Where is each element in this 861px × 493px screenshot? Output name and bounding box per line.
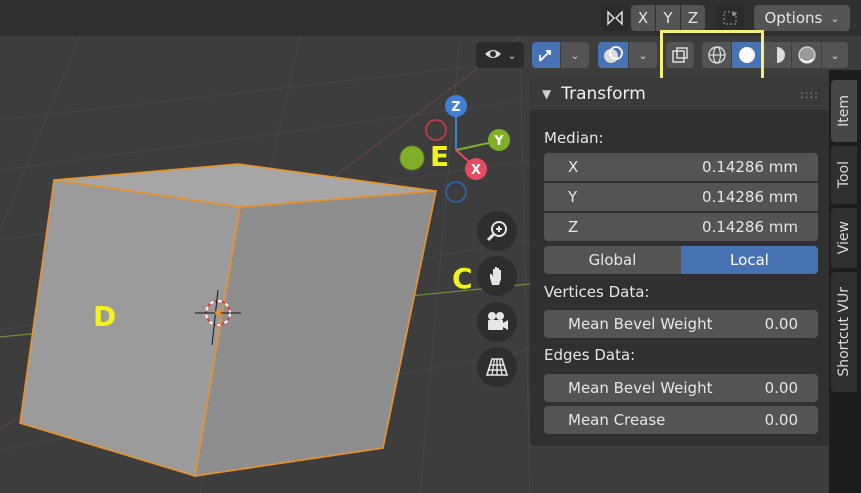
chevron-down-icon: ⌄ [830,11,840,25]
field-label: Mean Bevel Weight [568,379,713,397]
global-option[interactable]: Global [544,246,681,274]
transform-panel: ▼ Transform :::: Median: X 0.14286 mm Y … [530,78,829,446]
gizmo-x-label: X [471,163,481,178]
transform-space-toggle: Global Local [544,246,818,274]
orientation-gizmo: Z Y X [399,95,510,203]
rendered-sphere-icon [797,46,816,64]
hand-icon [490,267,501,285]
field-label: Y [568,188,578,206]
field-label: X [568,158,579,176]
field-label: Z [568,218,579,236]
local-option[interactable]: Local [681,246,818,274]
chevron-down-icon: ⌄ [830,48,840,62]
tab-label: Item [836,95,852,127]
callout-c: C [452,262,473,295]
field-value: 0.00 [764,411,798,429]
gizmo-toggle[interactable] [532,42,560,68]
panel-title: Transform [561,84,646,104]
gizmo-y-label: Y [493,134,504,149]
transform-panel-header[interactable]: ▼ Transform :::: [530,78,829,110]
field-value: 0.00 [764,379,798,397]
chevron-down-icon: ⌄ [507,48,517,62]
chevron-down-icon: ⌄ [570,48,580,62]
zoom-icon [486,221,507,242]
field-label: Mean Crease [568,411,666,429]
gizmo-icon [539,50,551,62]
gizmo-z-label: Z [451,100,460,115]
eye-icon [485,50,502,58]
drag-grip-icon[interactable]: :::: [800,88,819,101]
field-value: 0.14286 mm [701,158,798,176]
chevron-down-icon: ⌄ [638,48,648,62]
perspective-toggle-button[interactable] [477,347,517,387]
vertex-mean-bevel-weight-field[interactable]: Mean Bevel Weight 0.00 [544,310,818,338]
sidebar-tabs: Item Tool View Shortcut VUr [829,70,861,493]
overlays-toggle[interactable] [598,42,628,68]
shading-dropdown[interactable]: ⌄ [822,42,848,68]
options-dropdown[interactable]: Options ⌄ [754,5,850,31]
material-sphere-icon [768,47,785,63]
grid-perspective-icon [485,358,509,376]
field-value: 0.14286 mm [701,188,798,206]
edges-data-label: Edges Data: [544,346,636,364]
tab-shortcut-vur[interactable]: Shortcut VUr [831,272,857,392]
tab-tool[interactable]: Tool [831,146,857,204]
material-shading-button[interactable] [762,42,791,68]
pan-button[interactable] [477,256,517,296]
field-value: 0.14286 mm [701,218,798,236]
median-x-field[interactable]: X 0.14286 mm [544,153,818,181]
edge-mean-bevel-weight-field[interactable]: Mean Bevel Weight 0.00 [544,374,818,402]
options-label: Options [764,9,823,27]
callout-e: E [430,140,450,173]
field-label: Mean Bevel Weight [568,315,713,333]
overlays-dropdown[interactable]: ⌄ [629,42,657,68]
rendered-shading-button[interactable] [792,42,821,68]
mirror-x-toggle[interactable]: X [631,5,655,31]
tab-item[interactable]: Item [831,80,857,142]
snap-icon[interactable] [716,5,744,31]
mirror-y-toggle[interactable]: Y [656,5,680,31]
collapse-triangle-icon[interactable]: ▼ [542,87,551,101]
tab-label: View [836,221,852,255]
median-label: Median: [544,129,604,147]
mirror-icon[interactable] [601,5,629,31]
tab-label: Shortcut VUr [836,287,852,377]
camera-icon [488,312,508,330]
vertices-data-label: Vertices Data: [544,283,650,301]
camera-view-button[interactable] [477,302,517,342]
tab-view[interactable]: View [831,208,857,268]
overlays-icon [604,46,623,63]
edge-mean-crease-field[interactable]: Mean Crease 0.00 [544,406,818,434]
zoom-button[interactable] [477,211,517,251]
mirror-z-toggle[interactable]: Z [681,5,705,31]
visibility-dropdown[interactable]: ⌄ [476,42,524,68]
gizmo-dropdown[interactable]: ⌄ [561,42,589,68]
callout-d: D [93,300,117,333]
field-value: 0.00 [764,315,798,333]
median-z-field[interactable]: Z 0.14286 mm [544,213,818,241]
tab-label: Tool [836,161,852,189]
median-y-field[interactable]: Y 0.14286 mm [544,183,818,211]
highlight-box-a [660,30,764,82]
